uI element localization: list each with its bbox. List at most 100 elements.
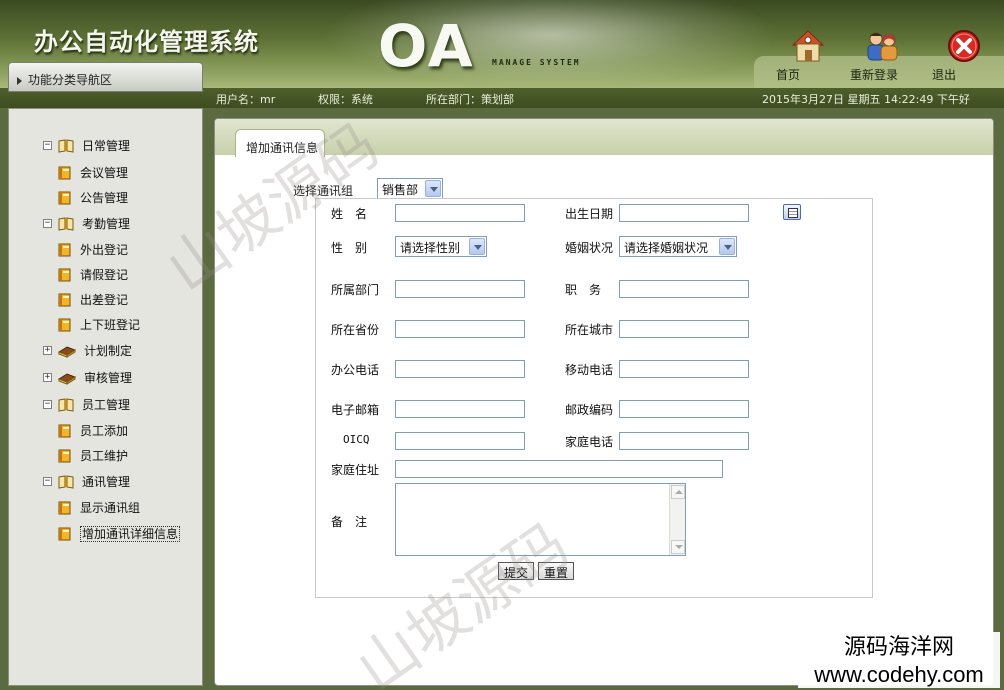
scroll-up-icon[interactable] [671,485,685,499]
sidebar-item-label: 员工维护 [80,449,129,463]
department-input[interactable] [395,280,525,298]
department-text: 所在部门：策划部 [426,93,514,106]
sidebar-item[interactable]: 外出登记 [58,241,128,259]
collapse-icon[interactable]: − [43,219,52,228]
email-input[interactable] [395,400,525,418]
submit-button[interactable]: 提交 [498,562,535,580]
gender-select[interactable]: 请选择性别 [395,236,487,257]
home-button[interactable]: 首页 [776,28,840,82]
nav-header[interactable]: 功能分类导航区 [8,62,203,92]
postcode-input[interactable] [619,400,749,418]
sidebar-item-label: 日常管理 [82,139,131,153]
closed-book-icon [57,343,84,358]
group-select[interactable]: 销售部 [377,178,443,199]
relogin-label: 重新登录 [850,68,899,82]
department-label: 所属部门 [331,283,380,297]
oicq-input[interactable] [395,432,525,450]
book-icon [58,165,80,179]
username-text: 用户名：mr [216,93,276,106]
reset-button[interactable]: 重置 [538,562,575,580]
address-input[interactable] [395,460,723,478]
home-phone-label: 家庭电话 [565,435,614,449]
relogin-button[interactable]: 重新登录 [850,28,914,82]
sidebar-item-label: 出差登记 [80,293,129,307]
sidebar-item-label: 请假登记 [80,268,129,282]
gender-label: 性 别 [331,241,368,255]
sidebar-item[interactable]: 请假登记 [58,266,128,284]
sidebar-item-label: 考勤管理 [82,217,131,231]
sidebar-item-label: 会议管理 [80,166,129,180]
birthday-input[interactable] [619,204,749,222]
scroll-down-icon[interactable] [671,540,685,554]
mobile-phone-label: 移动电话 [565,363,614,377]
sidebar-item[interactable]: − 员工管理 [43,396,130,414]
home-label: 首页 [776,68,801,82]
sidebar-item-label: 计划制定 [84,344,133,358]
textarea-scrollbar[interactable] [669,484,685,555]
collapse-icon[interactable]: − [43,141,52,150]
role-text: 权限：系统 [318,93,373,106]
sidebar-item[interactable]: 显示通讯组 [58,499,140,517]
sidebar-item[interactable]: + 审核管理 [43,369,132,387]
open-book-icon [58,138,82,153]
sidebar-item[interactable]: 会议管理 [58,164,128,182]
collapse-icon[interactable]: − [43,400,52,409]
email-label: 电子邮箱 [331,403,380,417]
province-input[interactable] [395,320,525,338]
sidebar-item[interactable]: 出差登记 [58,291,128,309]
tab-add-contact[interactable]: 增加通讯信息 [235,129,325,157]
book-icon [58,190,80,204]
sidebar-item[interactable]: 员工维护 [58,447,128,465]
book-icon [58,448,80,462]
city-input[interactable] [619,320,749,338]
brand-name: 源码海洋网 [843,635,954,660]
home-phone-input[interactable] [619,432,749,450]
sidebar-item[interactable]: + 计划制定 [43,342,132,360]
open-book-icon [58,397,82,412]
exit-icon [948,30,980,62]
sidebar-item[interactable]: − 通讯管理 [43,473,130,491]
group-label: 选择通讯组 [293,184,354,198]
oa-logo: OA [378,12,475,80]
marital-select-value: 请选择婚姻状况 [624,241,709,255]
book-icon [58,500,80,514]
sidebar-item-label: 外出登记 [80,243,129,257]
calendar-icon[interactable] [783,204,801,220]
birthday-label: 出生日期 [565,207,614,221]
name-input[interactable] [395,204,525,222]
expand-icon[interactable]: + [43,346,52,355]
chevron-down-icon [719,238,735,255]
exit-button[interactable]: 退出 [932,28,996,82]
sidebar-item[interactable]: − 日常管理 [43,137,130,155]
logo-subtitle: MANAGE SYSTEM [492,58,581,67]
sidebar-item-label: 员工管理 [82,398,131,412]
mobile-phone-input[interactable] [619,360,749,378]
brand-watermark: 源码海洋网 www.codehy.com [798,632,1000,688]
datetime-text: 2015年3月27日 星期五 14:22:49 下午好 [762,93,970,106]
sidebar-item-label: 审核管理 [84,371,133,385]
remark-textarea[interactable] [395,483,686,556]
sidebar-item[interactable]: 上下班登记 [58,316,140,334]
chevron-down-icon [469,238,485,255]
gender-select-value: 请选择性别 [400,241,461,255]
sidebar-item-label: 显示通讯组 [80,501,141,515]
book-icon [58,423,80,437]
sidebar-item[interactable]: 公告管理 [58,189,128,207]
expand-icon[interactable]: + [43,373,52,382]
group-select-value: 销售部 [382,183,419,197]
oicq-label: OICQ [343,433,370,446]
book-icon [58,267,80,281]
sidebar-item[interactable]: 增加通讯详细信息 [58,525,181,543]
province-label: 所在省份 [331,323,380,337]
sidebar-item[interactable]: − 考勤管理 [43,215,130,233]
sidebar-item[interactable]: 员工添加 [58,422,128,440]
remark-label: 备 注 [331,515,368,529]
position-input[interactable] [619,280,749,298]
nav-header-label: 功能分类导航区 [28,73,113,87]
office-phone-input[interactable] [395,360,525,378]
exit-label: 退出 [932,68,957,82]
marital-select[interactable]: 请选择婚姻状况 [619,236,737,257]
name-label: 姓 名 [331,207,368,221]
collapse-icon[interactable]: − [43,477,52,486]
sidebar-item-label: 公告管理 [80,191,129,205]
